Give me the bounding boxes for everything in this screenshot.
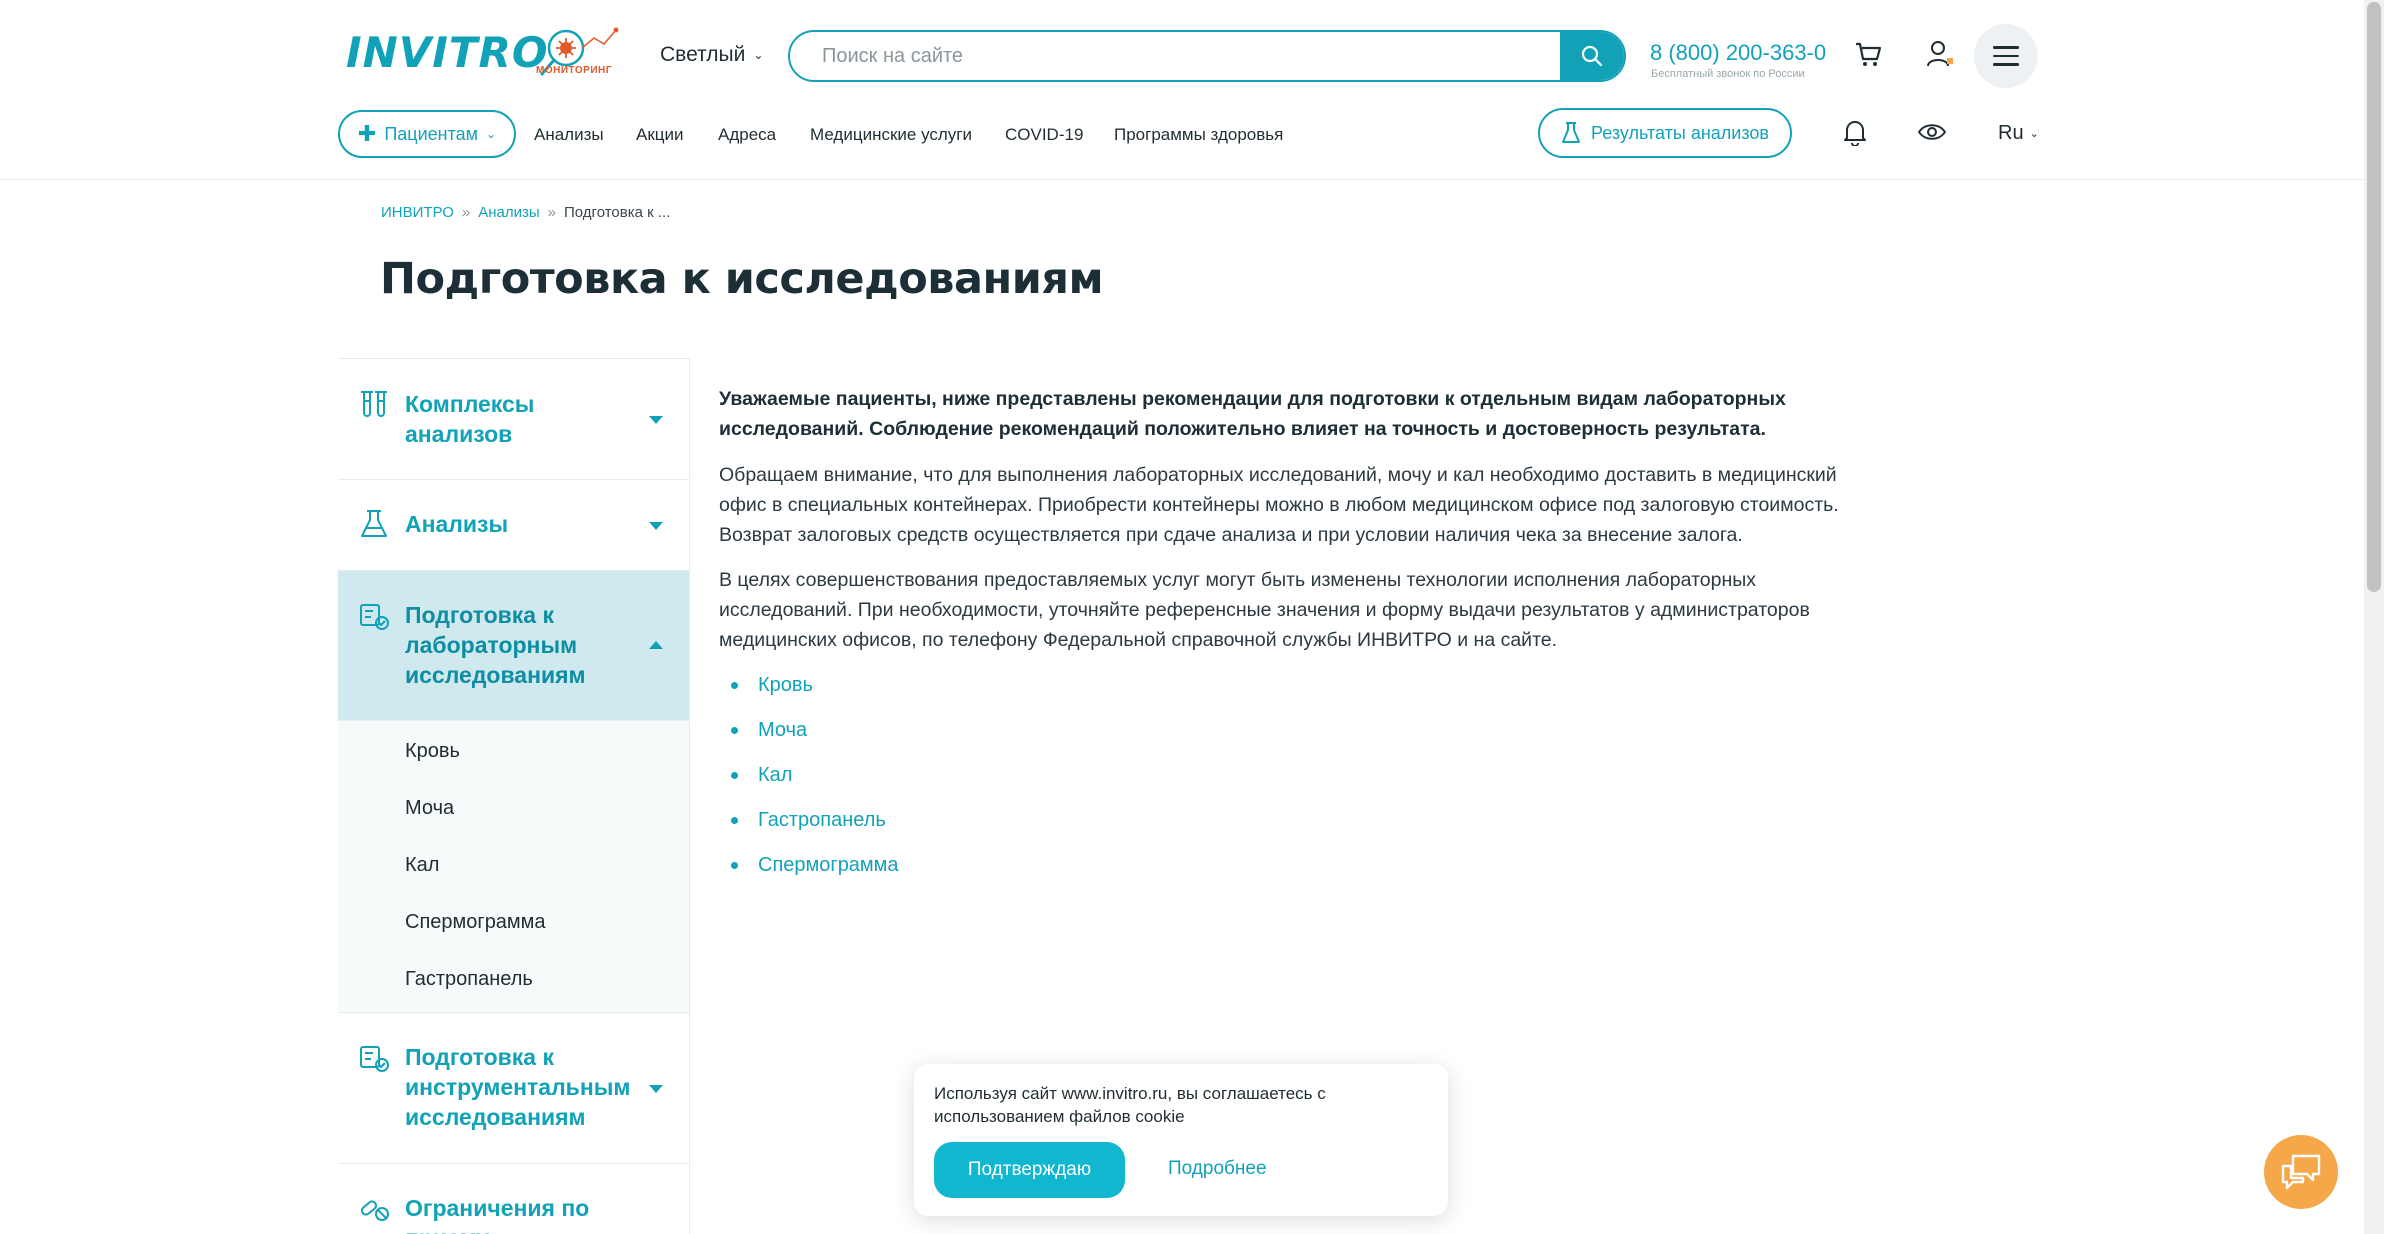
cart-icon — [1856, 42, 1882, 66]
list-item: Кал — [719, 760, 1889, 805]
chevron-down-icon — [649, 1085, 663, 1093]
list-item: Гастропанель — [719, 805, 1889, 850]
list-item: Спермограмма — [719, 850, 1889, 895]
breadcrumb-separator: » — [461, 204, 471, 221]
main-nav: ✚ Пациентам ⌄ — [338, 110, 516, 158]
menu-icon — [1993, 43, 2019, 69]
pills-icon — [360, 1200, 389, 1221]
page-scrollbar[interactable] — [2364, 0, 2384, 1234]
breadcrumb-current: Подготовка к ... — [564, 204, 671, 221]
technology-note: В целях совершенствования предоставляемы… — [719, 569, 1810, 651]
sidebar-item-label: Анализы — [405, 511, 509, 537]
chevron-up-icon — [649, 641, 663, 649]
main-content: Уважаемые пациенты, ниже представлены ре… — [719, 384, 1889, 895]
sidebar: Комплексы анализов Анализы Подготовка к … — [338, 358, 690, 1234]
sidebar-item-label: Комплексы анализов — [405, 391, 535, 447]
invitro-logo[interactable]: INVITRO — [346, 28, 549, 77]
sidebar-subitem-gastropanel[interactable]: Гастропанель — [338, 951, 689, 1008]
bell-icon — [1844, 121, 1866, 146]
chevron-down-icon: ⌄ — [2029, 128, 2039, 140]
language-select[interactable]: Ru ⌄ — [1998, 122, 2039, 145]
link-spermogram[interactable]: Спермограмма — [758, 854, 899, 876]
accessibility-button[interactable] — [1916, 117, 1948, 147]
nav-link-medical-services[interactable]: Медицинские услуги — [810, 125, 972, 145]
patients-label: Пациентам — [384, 123, 479, 144]
nav-link-addresses[interactable]: Адреса — [718, 125, 776, 145]
results-label: Результаты анализов — [1591, 122, 1769, 143]
list-item: Моча — [719, 715, 1889, 760]
test-tubes-icon — [361, 391, 387, 417]
sidebar-item-restrictions[interactable]: Ограничения по приему — [338, 1164, 689, 1234]
preparation-links: Кровь Моча Кал Гастропанель Спермограмма — [719, 670, 1889, 895]
phone-note: Бесплатный звонок по России — [1651, 68, 1805, 80]
checklist-icon — [360, 1046, 389, 1072]
link-blood[interactable]: Кровь — [758, 674, 813, 696]
sidebar-subitem-feces[interactable]: Кал — [338, 837, 689, 894]
chevron-down-icon — [649, 416, 663, 424]
scrollbar-thumb[interactable] — [2367, 2, 2381, 592]
search-bar — [788, 30, 1626, 82]
cookie-more-link[interactable]: Подробнее — [1168, 1158, 1267, 1180]
cart-button[interactable] — [1852, 38, 1884, 70]
phone-number[interactable]: 8 (800) 200-363-0 — [1650, 40, 1826, 66]
cookie-accept-button[interactable]: Подтверждаю — [934, 1142, 1125, 1198]
theme-label: Светлый — [660, 43, 746, 66]
site-header: INVITRO МОНИТОРИНГ Светлый ⌄ 8 (800) 200… — [0, 0, 2364, 180]
cross-icon: ✚ — [357, 121, 377, 146]
breadcrumb-separator: » — [547, 204, 557, 221]
list-item: Кровь — [719, 670, 1889, 715]
notifications-button[interactable] — [1840, 117, 1870, 147]
nav-link-promotions[interactable]: Акции — [636, 125, 684, 145]
nav-link-analyses[interactable]: Анализы — [534, 125, 604, 145]
language-label: Ru — [1998, 122, 2024, 144]
search-input[interactable] — [790, 32, 1560, 80]
menu-button[interactable] — [1974, 24, 2038, 88]
page-title: Подготовка к исследованиям — [380, 254, 1104, 304]
breadcrumb-home[interactable]: ИНВИТРО — [381, 204, 454, 221]
theme-select[interactable]: Светлый ⌄ — [660, 43, 763, 67]
cookie-banner: Используя сайт www.invitro.ru, вы соглаш… — [914, 1064, 1448, 1216]
chevron-down-icon — [649, 522, 663, 530]
cookie-text: Используя сайт www.invitro.ru, вы соглаш… — [934, 1084, 1326, 1126]
flask-icon — [361, 510, 387, 537]
profile-button[interactable] — [1922, 36, 1958, 72]
chat-button[interactable] — [2264, 1135, 2338, 1209]
sidebar-subitem-urine[interactable]: Моча — [338, 780, 689, 837]
sidebar-item-instrumental-preparation[interactable]: Подготовка к инструментальным исследован… — [338, 1013, 689, 1164]
patients-button[interactable]: ✚ Пациентам ⌄ — [338, 110, 516, 158]
sidebar-item-complexes[interactable]: Комплексы анализов — [338, 359, 689, 480]
chevron-down-icon: ⌄ — [753, 48, 764, 62]
sidebar-subitem-blood[interactable]: Кровь — [338, 723, 689, 780]
flask-icon — [1562, 122, 1581, 143]
results-button[interactable]: Результаты анализов — [1538, 108, 1792, 158]
sidebar-item-analyses[interactable]: Анализы — [338, 480, 689, 571]
search-icon — [1581, 45, 1603, 67]
breadcrumb-analyses[interactable]: Анализы — [478, 204, 539, 221]
user-icon — [1927, 41, 1953, 67]
checklist-icon — [360, 604, 389, 630]
chat-icon — [2281, 1154, 2321, 1190]
search-button[interactable] — [1560, 32, 1624, 80]
monitoring-label: МОНИТОРИНГ — [536, 65, 612, 76]
sidebar-submenu: Кровь Моча Кал Спермограмма Гастропанель — [338, 721, 689, 1013]
link-urine[interactable]: Моча — [758, 719, 807, 741]
chevron-down-icon: ⌄ — [486, 127, 497, 141]
eye-icon — [1917, 124, 1947, 140]
sidebar-subitem-spermogram[interactable]: Спермограмма — [338, 894, 689, 951]
sidebar-item-lab-preparation[interactable]: Подготовка к лабораторным исследованиям — [338, 571, 689, 721]
link-feces[interactable]: Кал — [758, 764, 792, 786]
nav-link-health-programs[interactable]: Программы здоровья — [1114, 125, 1283, 145]
sidebar-item-label: Ограничения по приему — [405, 1195, 590, 1234]
sidebar-item-label: Подготовка к инструментальным исследован… — [405, 1044, 631, 1130]
sidebar-item-label: Подготовка к лабораторным исследованиям — [405, 602, 586, 688]
link-gastropanel[interactable]: Гастропанель — [758, 809, 886, 831]
breadcrumb: ИНВИТРО » Анализы » Подготовка к ... — [381, 204, 670, 221]
nav-link-covid[interactable]: COVID-19 — [1005, 125, 1083, 145]
containers-note: Обращаем внимание, что для выполнения ла… — [719, 464, 1839, 546]
intro-text: Уважаемые пациенты, ниже представлены ре… — [719, 388, 1786, 440]
